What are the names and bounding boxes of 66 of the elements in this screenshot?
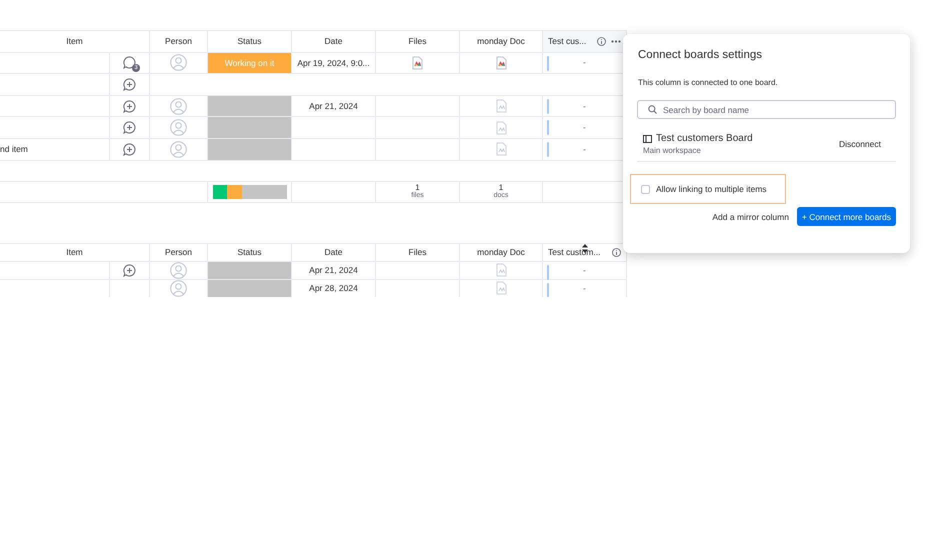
- popup-description: This column is connected to one board.: [638, 78, 779, 87]
- status-summary-bar[interactable]: [212, 184, 286, 199]
- status-label[interactable]: [208, 117, 291, 138]
- add-mirror-column-button[interactable]: Add a mirror column: [712, 212, 789, 222]
- person-avatar-icon[interactable]: [170, 54, 187, 72]
- add-update-icon[interactable]: [123, 264, 136, 277]
- person-avatar-icon[interactable]: [170, 119, 187, 136]
- search-field[interactable]: Search by board name: [637, 100, 896, 119]
- connected-item-value[interactable]: -: [583, 284, 586, 293]
- person-avatar-icon[interactable]: [170, 262, 187, 279]
- connected-item-value[interactable]: -: [583, 266, 586, 275]
- connect-boards-button[interactable]: + Connect more boards: [796, 207, 896, 226]
- column-header[interactable]: Date: [324, 36, 342, 46]
- column-header[interactable]: Status: [237, 247, 262, 258]
- column-header[interactable]: Person: [165, 36, 192, 46]
- option-label[interactable]: Allow linking to multiple items: [656, 184, 767, 194]
- document-icon[interactable]: [496, 56, 506, 70]
- date-value[interactable]: Apr 19, 2024, 9:0...: [297, 58, 370, 68]
- date-value[interactable]: Apr 21, 2024: [309, 101, 358, 112]
- column-header[interactable]: Item: [66, 247, 83, 258]
- connected-item-value[interactable]: -: [583, 144, 586, 154]
- date-value[interactable]: Apr 21, 2024: [309, 265, 358, 276]
- person-avatar-icon[interactable]: [170, 140, 187, 158]
- column-header[interactable]: Date: [324, 247, 342, 258]
- add-update-icon[interactable]: [123, 142, 136, 156]
- status-label[interactable]: [208, 96, 291, 116]
- column-header[interactable]: Files: [408, 247, 426, 258]
- info-icon[interactable]: [612, 248, 621, 257]
- document-icon[interactable]: [496, 99, 506, 114]
- person-avatar-icon[interactable]: [170, 98, 187, 115]
- document-icon[interactable]: [496, 281, 506, 296]
- comment-icon[interactable]: [123, 56, 136, 70]
- column-header[interactable]: Status: [237, 36, 262, 46]
- person-avatar-icon[interactable]: [170, 280, 187, 297]
- connected-item-value[interactable]: -: [583, 123, 586, 132]
- status-label[interactable]: [208, 262, 291, 279]
- date-value[interactable]: Apr 28, 2024: [309, 283, 358, 294]
- column-header[interactable]: Files: [408, 36, 426, 46]
- add-update-icon[interactable]: [123, 121, 136, 134]
- column-header[interactable]: monday Doc: [477, 36, 525, 46]
- document-icon[interactable]: [496, 120, 506, 135]
- board-icon: [643, 134, 652, 142]
- add-update-icon[interactable]: [123, 100, 136, 113]
- info-icon[interactable]: [597, 36, 606, 46]
- connected-item-value[interactable]: -: [583, 102, 586, 111]
- search-icon: [648, 105, 657, 114]
- disconnect-button[interactable]: Disconnect: [838, 139, 896, 149]
- popup-title: Connect boards settings: [638, 49, 764, 61]
- item-name[interactable]: nd item: [0, 144, 28, 154]
- status-label[interactable]: [208, 280, 291, 297]
- more-options-icon[interactable]: [611, 40, 621, 43]
- document-icon[interactable]: [496, 263, 506, 278]
- column-header[interactable]: monday Doc: [477, 247, 525, 258]
- column-header[interactable]: Person: [165, 247, 192, 258]
- status-label[interactable]: [208, 138, 291, 160]
- column-header[interactable]: Item: [66, 36, 83, 46]
- add-update-icon[interactable]: [123, 78, 136, 91]
- board-name[interactable]: Test customers Board: [656, 133, 753, 144]
- workspace-name: Main workspace: [643, 146, 702, 155]
- document-icon[interactable]: [496, 142, 506, 156]
- column-header[interactable]: Test custom...: [548, 247, 600, 258]
- checkbox[interactable]: [641, 184, 650, 194]
- summary-count: 1: [498, 184, 504, 192]
- connected-item-value[interactable]: -: [583, 58, 586, 68]
- document-icon[interactable]: [412, 56, 423, 70]
- summary-count: 1: [415, 184, 420, 192]
